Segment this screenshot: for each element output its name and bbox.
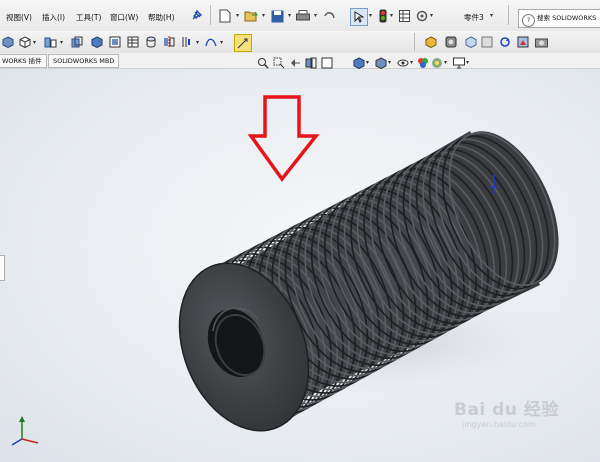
section-view-icon[interactable] — [44, 35, 58, 49]
search-input[interactable]: ? 搜索 SOLIDWORKS — [518, 9, 600, 28]
table-icon[interactable] — [126, 35, 140, 49]
previous-view-icon[interactable] — [288, 56, 301, 69]
hide-show-icon[interactable] — [70, 35, 84, 49]
watermark-url: jingyan.baidu.com — [462, 420, 536, 429]
command-bar: ▾ ▾ ▾ ▾ — [0, 31, 600, 54]
save-icon[interactable] — [270, 9, 284, 23]
watermark-logo: Bai du 经验 — [454, 400, 559, 420]
material-icon[interactable] — [480, 35, 494, 49]
decal-icon[interactable] — [516, 35, 530, 49]
menu-window[interactable]: 窗口(W) — [110, 12, 138, 23]
search-placeholder: 搜索 SOLIDWORKS — [537, 14, 597, 22]
new-document-icon[interactable] — [218, 9, 232, 23]
open-icon[interactable] — [244, 9, 258, 23]
heads-up-toolbar: ▾ ▾ ▾ ▾ ▾ — [256, 56, 476, 70]
sketch-icon[interactable] — [234, 34, 252, 52]
menu-view[interactable]: 视图(V) — [6, 12, 32, 23]
help-search-icon: ? — [522, 14, 535, 27]
zoom-area-icon[interactable] — [272, 56, 285, 69]
curve-icon[interactable] — [204, 35, 218, 49]
grid-icon[interactable] — [398, 10, 410, 22]
view-orientation-icon[interactable] — [352, 56, 365, 69]
apply-scene-icon[interactable] — [424, 35, 438, 49]
edit-appearance-icon[interactable] — [444, 35, 458, 49]
view-orientation-icon[interactable] — [2, 35, 14, 49]
tab-addins[interactable]: WORKS 插件 — [0, 54, 47, 68]
undo-icon[interactable] — [322, 9, 336, 23]
box-view-icon[interactable] — [90, 35, 104, 49]
zoom-to-fit-icon[interactable] — [256, 56, 269, 69]
scene-icon[interactable] — [430, 56, 443, 69]
section-icon[interactable] — [304, 56, 317, 69]
display-style-icon[interactable] — [18, 35, 32, 49]
select-icon[interactable] — [350, 8, 368, 26]
dynamic-annotation-icon[interactable] — [320, 56, 333, 69]
part-icon[interactable] — [108, 35, 122, 49]
baidu-watermark: Bai du 经验 jingyan.baidu.com — [454, 395, 600, 435]
rotate-view-icon[interactable] — [498, 35, 512, 49]
axis-triad — [11, 416, 39, 446]
tab-mbd[interactable]: SOLIDWORKS MBD — [48, 54, 120, 68]
temporary-axes-icon[interactable] — [180, 35, 194, 49]
menu-insert[interactable]: 插入(I) — [42, 12, 65, 23]
menu-help[interactable]: 帮助(H) — [148, 12, 175, 23]
menu-tools[interactable]: 工具(T) — [76, 12, 101, 23]
options-icon[interactable] — [416, 10, 428, 22]
display-style-icon[interactable] — [374, 56, 387, 69]
cylinder-icon[interactable] — [144, 35, 158, 49]
hide-show-items-icon[interactable] — [396, 56, 409, 69]
mirror-icon[interactable] — [162, 35, 176, 49]
monitor-icon[interactable] — [452, 56, 465, 69]
print-icon[interactable] — [296, 9, 310, 23]
appearance-icon[interactable] — [416, 56, 429, 69]
pin-icon[interactable] — [190, 10, 202, 22]
view-settings-icon[interactable] — [464, 35, 478, 49]
document-name: 零件3 — [464, 13, 484, 22]
traffic-light-icon[interactable] — [378, 9, 388, 23]
red-down-arrow — [248, 95, 320, 182]
menu-bar: 视图(V) 插入(I) 工具(T) 窗口(W) 帮助(H) ▾ ▾ ▾ ▾ ▾ … — [0, 0, 600, 32]
camera-icon[interactable] — [534, 35, 548, 49]
graphics-area[interactable]: ▾ ▾ ▾ ▾ ▾ Bai du 经验 jingyan.baidu.com — [0, 56, 600, 462]
